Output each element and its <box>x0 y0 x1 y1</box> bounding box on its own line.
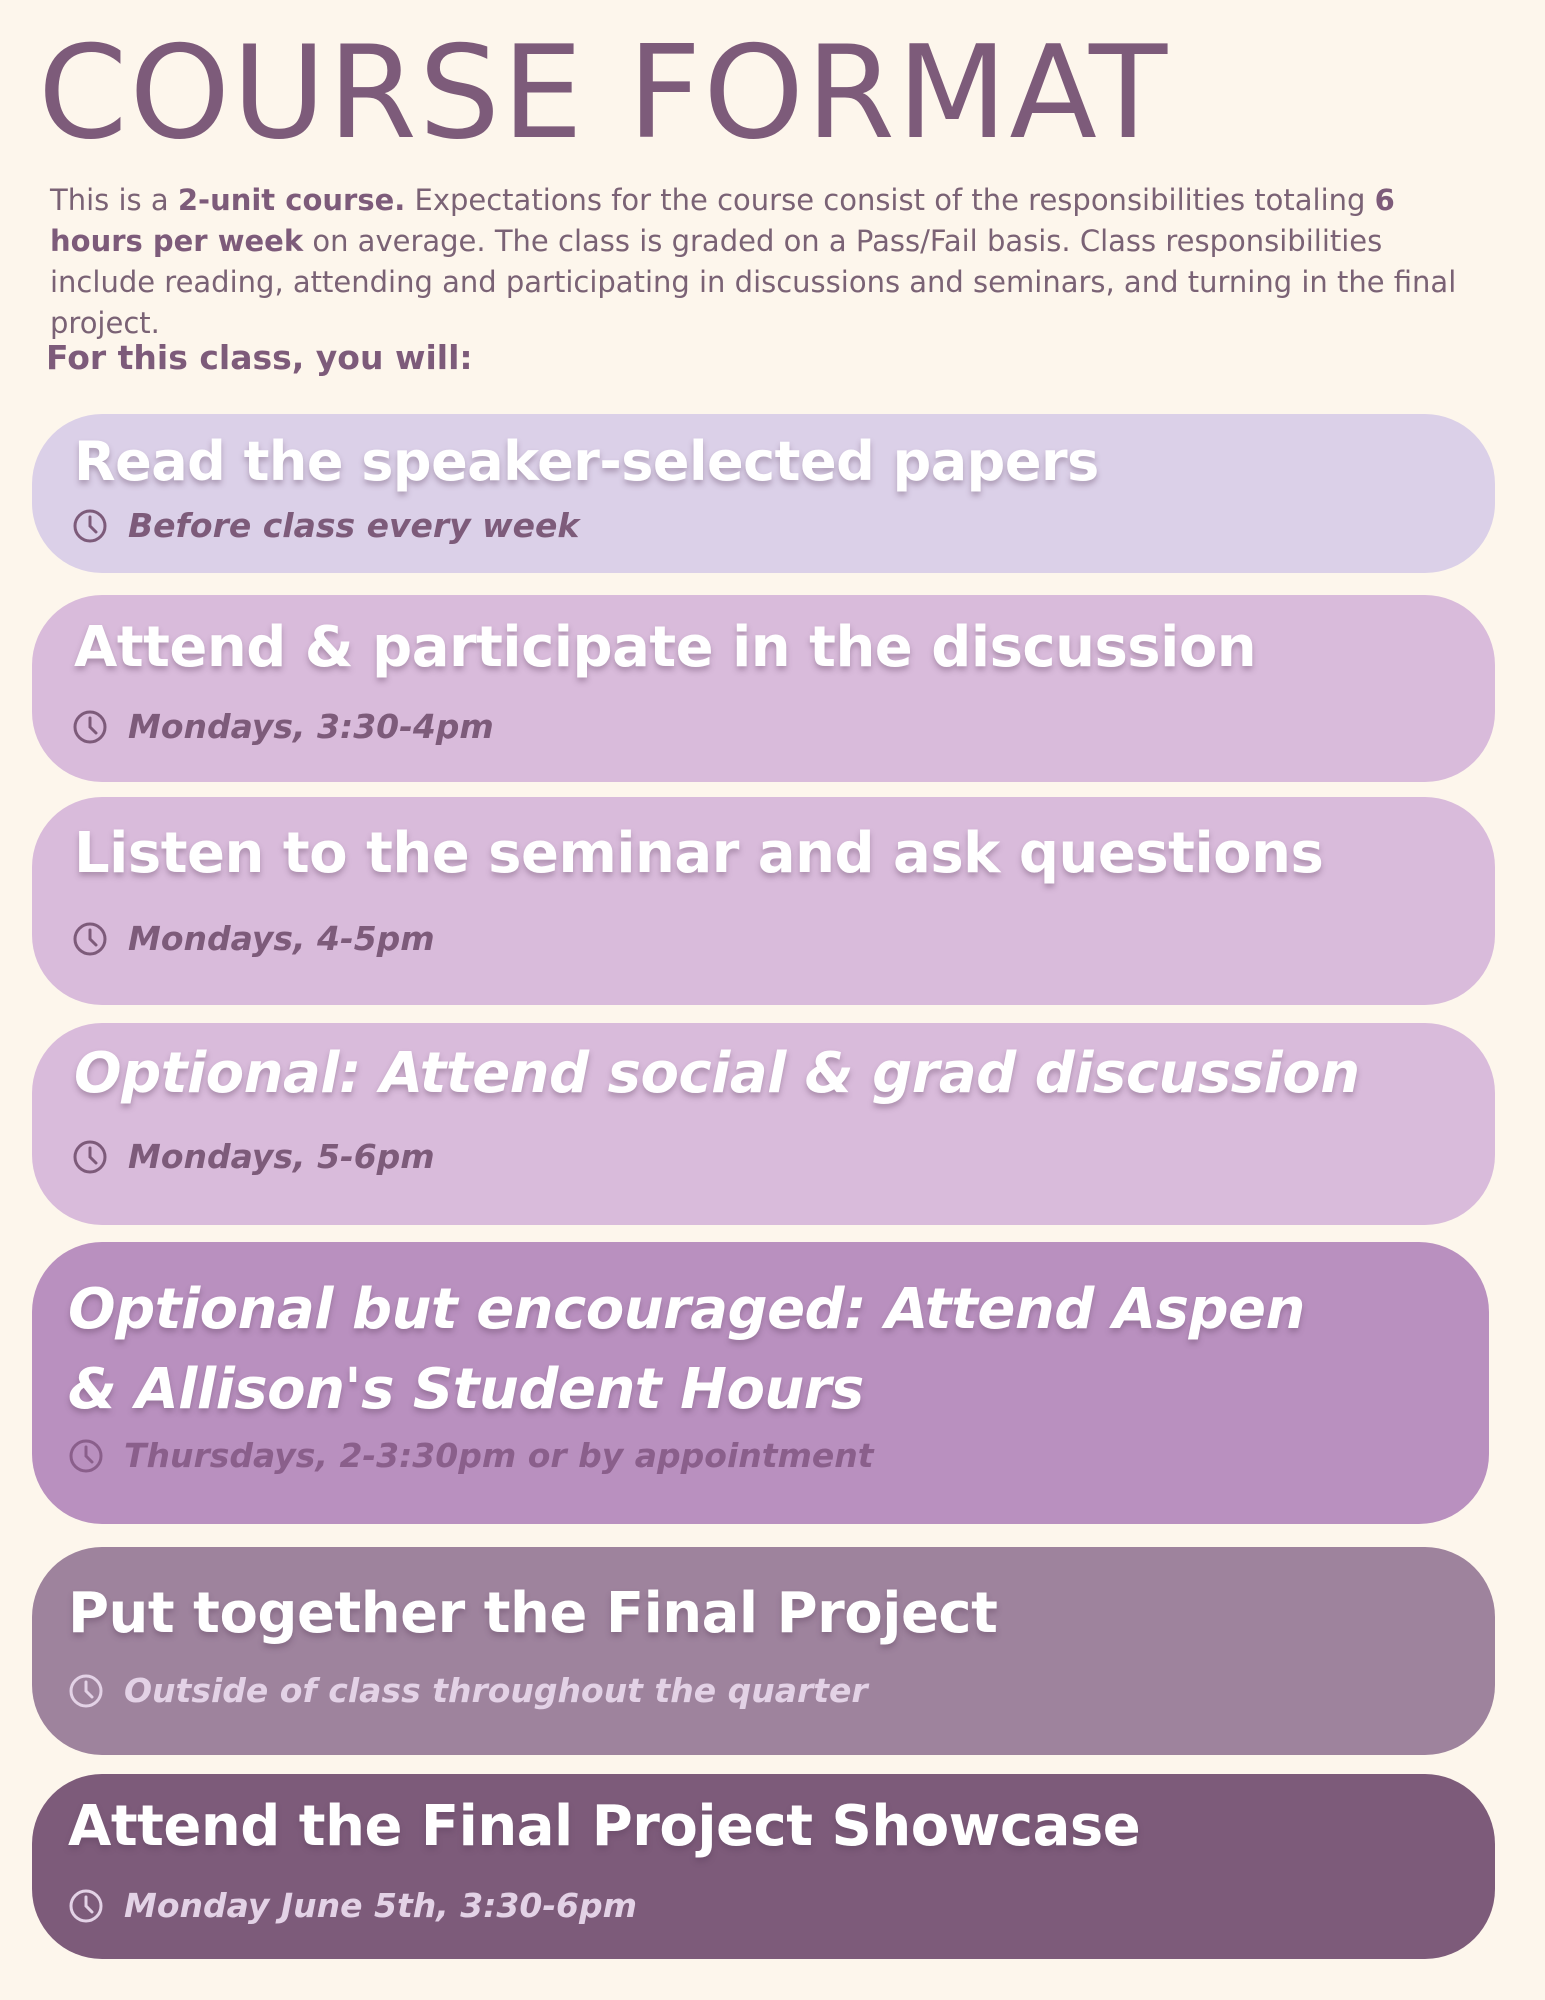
card-time: Mondays, 4-5pm <box>72 919 435 958</box>
card-social: Optional: Attend social & grad discussio… <box>32 1023 1495 1225</box>
card-time: Mondays, 5-6pm <box>72 1137 435 1176</box>
card-heading: Optional but encouraged: Attend Aspen & … <box>68 1270 1368 1430</box>
card-heading: Listen to the seminar and ask questions <box>74 821 1324 886</box>
card-heading-text: Optional but encouraged: Attend Aspen & … <box>68 1277 1305 1422</box>
card-time-text: Mondays, 5-6pm <box>128 1137 435 1176</box>
card-time-text: Monday June 5th, 3:30-6pm <box>124 1886 638 1925</box>
card-heading: Attend & participate in the discussion <box>74 615 1257 680</box>
card-time-text: Thursdays, 2-3:30pm or by appointment <box>124 1436 874 1475</box>
clock-icon <box>73 1140 107 1173</box>
card-final-project: Put together the Final Project Outside o… <box>32 1547 1495 1755</box>
card-heading: Optional: Attend social & grad discussio… <box>74 1041 1360 1106</box>
card-heading: Read the speaker-selected papers <box>74 430 1099 493</box>
card-time-text: Outside of class throughout the quarter <box>124 1671 868 1710</box>
card-time: Mondays, 3:30-4pm <box>72 707 494 746</box>
clock-icon <box>69 1674 103 1707</box>
card-student-hours: Optional but encouraged: Attend Aspen & … <box>32 1242 1489 1524</box>
card-time: Thursdays, 2-3:30pm or by appointment <box>68 1436 874 1475</box>
clock-icon <box>69 1889 103 1922</box>
clock-icon <box>73 509 107 542</box>
course-intro: This is a 2-unit course. Expectations fo… <box>50 180 1490 344</box>
clock-icon <box>73 922 107 955</box>
intro-text-1: This is a <box>50 183 178 217</box>
clock-icon <box>69 1439 103 1472</box>
card-heading: Put together the Final Project <box>68 1581 998 1646</box>
clock-icon <box>73 710 107 743</box>
page-title: COURSE FORMAT <box>38 19 1170 168</box>
intro-text-2: Expectations for the course consist of t… <box>405 183 1375 217</box>
card-showcase: Attend the Final Project Showcase Monday… <box>32 1774 1495 1959</box>
responsibilities-lead: For this class, you will: <box>46 338 473 377</box>
card-time: Monday June 5th, 3:30-6pm <box>68 1886 637 1925</box>
card-seminar: Listen to the seminar and ask questions … <box>32 797 1495 1005</box>
card-time-text: Mondays, 3:30-4pm <box>128 707 494 746</box>
card-read-papers: Read the speaker-selected papers Before … <box>32 414 1495 573</box>
card-time-text: Mondays, 4-5pm <box>128 919 435 958</box>
card-heading: Attend the Final Project Showcase <box>68 1794 1141 1859</box>
card-time-text: Before class every week <box>128 506 580 545</box>
card-time: Before class every week <box>72 506 579 545</box>
card-time: Outside of class throughout the quarter <box>68 1671 868 1710</box>
card-discussion: Attend & participate in the discussion M… <box>32 595 1495 782</box>
intro-units: 2-unit course. <box>177 183 406 217</box>
